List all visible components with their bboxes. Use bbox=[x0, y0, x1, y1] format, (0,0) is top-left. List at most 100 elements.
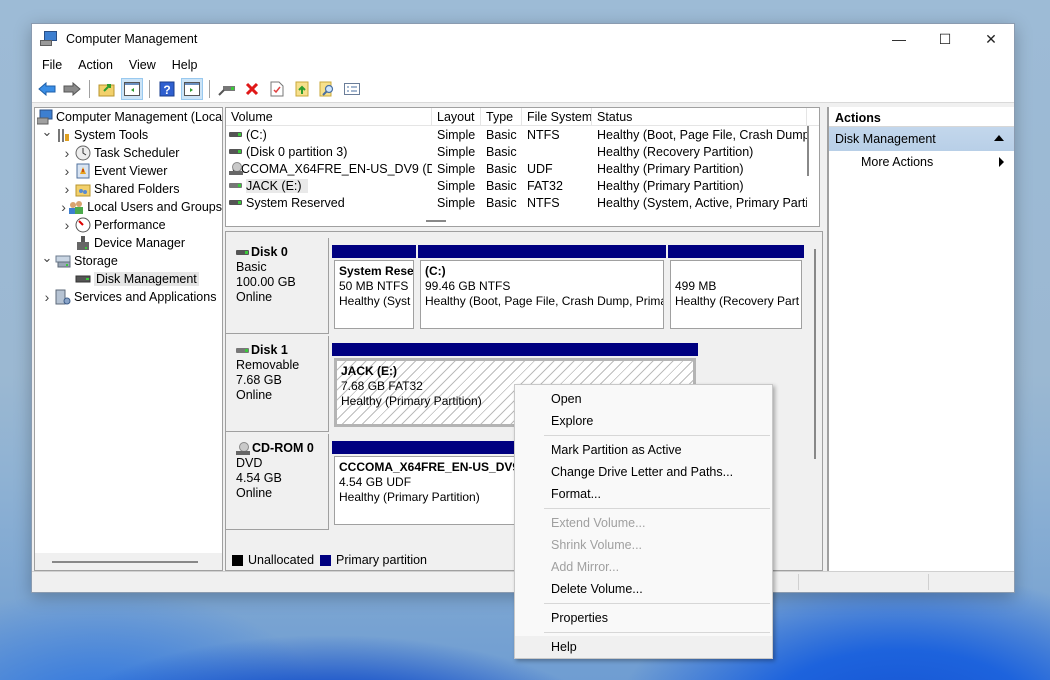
partition-block[interactable]: 499 MB Healthy (Recovery Part bbox=[668, 245, 804, 331]
column-header-file-system[interactable]: File System bbox=[522, 108, 592, 125]
action-more-actions[interactable]: More Actions bbox=[829, 151, 1014, 173]
tree-item-storage[interactable]: ⌄ Storage bbox=[35, 251, 222, 270]
show-hide-console-tree-button[interactable] bbox=[121, 78, 143, 100]
tree-item-label: System Tools bbox=[74, 128, 149, 142]
type-cell: Basic bbox=[486, 161, 517, 176]
tree-item-event-viewer[interactable]: › Event Viewer bbox=[35, 162, 222, 180]
context-menu-item-explore[interactable]: Explore bbox=[515, 410, 772, 432]
layout-cell: Simple bbox=[437, 178, 476, 193]
disk-row-disk-0: Disk 0 Basic 100.00 GB Online System Rese 50 … bbox=[226, 238, 816, 336]
context-menu-item-properties[interactable]: Properties bbox=[515, 607, 772, 629]
forward-icon bbox=[63, 82, 81, 96]
column-header-status[interactable]: Status bbox=[592, 108, 807, 125]
connect-button[interactable] bbox=[216, 78, 238, 100]
expand-chevron-right-icon[interactable]: › bbox=[61, 217, 73, 233]
storage-icon bbox=[55, 253, 71, 269]
vertical-scrollbar[interactable] bbox=[814, 249, 816, 459]
volume-row[interactable]: (C:) Simple Basic NTFS Healthy (Boot, Page F… bbox=[226, 126, 819, 143]
layout-cell: Simple bbox=[437, 195, 476, 210]
show-hide-action-pane-button[interactable] bbox=[181, 78, 203, 100]
menu-help[interactable]: Help bbox=[164, 58, 206, 72]
expand-chevron-right-icon[interactable]: › bbox=[41, 289, 53, 305]
context-menu-item-delete-volume[interactable]: Delete Volume... bbox=[515, 578, 772, 600]
actions-section-disk-management[interactable]: Disk Management bbox=[829, 127, 1014, 151]
status-cell: Healthy (Boot, Page File, Crash Dump, P bbox=[597, 127, 807, 142]
collapse-up-icon[interactable] bbox=[994, 135, 1004, 141]
tree-item-device-manager[interactable]: Device Manager bbox=[35, 234, 222, 252]
disk-size: 4.54 GB bbox=[236, 471, 282, 485]
list-view-button[interactable] bbox=[341, 78, 363, 100]
minimize-button[interactable]: — bbox=[876, 24, 922, 54]
delete-button[interactable] bbox=[241, 78, 263, 100]
tree-item-performance[interactable]: › Performance bbox=[35, 216, 222, 234]
disk-name-text: CD-ROM 0 bbox=[252, 441, 314, 455]
context-menu-item-open[interactable]: Open bbox=[515, 388, 772, 410]
title-bar[interactable]: Computer Management — ☐ ✕ bbox=[32, 24, 1014, 54]
volume-list: Volume Layout Type File System Status (C… bbox=[225, 107, 820, 227]
context-menu-item-change-drive-letter-and-paths[interactable]: Change Drive Letter and Paths... bbox=[515, 461, 772, 483]
disk-label[interactable]: Disk 1 Removable 7.68 GB Online bbox=[226, 336, 329, 432]
column-header-layout[interactable]: Layout bbox=[432, 108, 481, 125]
column-header-type[interactable]: Type bbox=[481, 108, 522, 125]
context-menu-item-help[interactable]: Help bbox=[515, 636, 772, 658]
vertical-scrollbar[interactable] bbox=[807, 126, 809, 176]
volume-row[interactable]: CCCOMA_X64FRE_EN-US_DV9 (D:) Simple Basic U… bbox=[226, 160, 819, 177]
tree-item-system-tools[interactable]: ⌄ System Tools bbox=[35, 125, 222, 144]
context-menu-item-mark-partition-as-active[interactable]: Mark Partition as Active bbox=[515, 439, 772, 461]
expand-chevron-right-icon[interactable]: › bbox=[61, 181, 73, 197]
expand-chevron-down-icon[interactable]: ⌄ bbox=[41, 125, 53, 138]
expand-chevron-right-icon[interactable]: › bbox=[61, 199, 66, 215]
disk-label[interactable]: CD-ROM 0 DVD 4.54 GB Online bbox=[226, 434, 329, 530]
expand-chevron-right-icon[interactable]: › bbox=[61, 163, 73, 179]
menu-action[interactable]: Action bbox=[70, 58, 121, 72]
tree-item-services-and-applications[interactable]: › Services and Applications bbox=[35, 288, 222, 306]
menu-view[interactable]: View bbox=[121, 58, 164, 72]
export-list-button[interactable] bbox=[291, 78, 313, 100]
properties-button[interactable] bbox=[266, 78, 288, 100]
toolbar-separator bbox=[149, 80, 150, 98]
help-button[interactable]: ? bbox=[156, 78, 178, 100]
tree-item-label: Task Scheduler bbox=[94, 146, 180, 160]
up-folder-button[interactable] bbox=[96, 78, 118, 100]
partition-details[interactable]: 499 MB Healthy (Recovery Part bbox=[670, 260, 802, 329]
disk-name-text: Disk 0 bbox=[251, 245, 288, 259]
horizontal-scrollbar[interactable] bbox=[426, 220, 446, 222]
export-icon bbox=[295, 81, 309, 97]
primary-partition-bar bbox=[332, 245, 416, 258]
disk-label[interactable]: Disk 0 Basic 100.00 GB Online bbox=[226, 238, 329, 334]
volume-name: System Reserved bbox=[246, 195, 345, 210]
partition-block[interactable]: System Rese 50 MB NTFS Healthy (Syst bbox=[332, 245, 416, 331]
tree-item-label: Computer Management (Local bbox=[56, 110, 223, 124]
legend-swatch bbox=[320, 554, 332, 566]
expand-chevron-down-icon[interactable]: ⌄ bbox=[41, 251, 53, 264]
back-button[interactable] bbox=[36, 78, 58, 100]
context-menu-item-format[interactable]: Format... bbox=[515, 483, 772, 505]
forward-button[interactable] bbox=[61, 78, 83, 100]
disk-status: Online bbox=[236, 290, 273, 304]
volume-row[interactable]: System Reserved Simple Basic NTFS Healthy (S… bbox=[226, 194, 819, 211]
tree-item-disk-management[interactable]: Disk Management bbox=[35, 270, 222, 288]
partition-block[interactable]: (C:) 99.46 GB NTFS Healthy (Boot, Page Fil… bbox=[418, 245, 666, 331]
horizontal-scrollbar[interactable] bbox=[35, 553, 222, 570]
primary-partition-bar bbox=[332, 343, 698, 356]
close-button[interactable]: ✕ bbox=[968, 24, 1014, 54]
expand-chevron-right-icon[interactable]: › bbox=[61, 145, 73, 161]
drive-icon bbox=[229, 132, 242, 137]
maximize-button[interactable]: ☐ bbox=[922, 24, 968, 54]
partition-details[interactable]: (C:) 99.46 GB NTFS Healthy (Boot, Page Fil… bbox=[420, 260, 664, 329]
menu-file[interactable]: File bbox=[34, 58, 70, 72]
partition-size: 50 MB NTFS bbox=[339, 279, 409, 293]
volume-row[interactable]: (Disk 0 partition 3) Simple Basic Healthy (… bbox=[226, 143, 819, 160]
console-tree: Computer Management (Local ⌄ System Tools… bbox=[34, 107, 223, 571]
tree-item-shared-folders[interactable]: › Shared Folders bbox=[35, 180, 222, 198]
tree-item-task-scheduler[interactable]: › Task Scheduler bbox=[35, 144, 222, 162]
find-button[interactable] bbox=[316, 78, 338, 100]
column-header-volume[interactable]: Volume bbox=[226, 108, 432, 125]
tree-item-root[interactable]: Computer Management (Local bbox=[35, 108, 222, 126]
svg-text:?: ? bbox=[163, 83, 170, 97]
tree-item-local-users-and-groups[interactable]: › Local Users and Groups bbox=[35, 198, 222, 216]
scrollbar-thumb[interactable] bbox=[52, 561, 198, 563]
partition-details[interactable]: System Rese 50 MB NTFS Healthy (Syst bbox=[334, 260, 414, 329]
disk-name-text: Disk 1 bbox=[251, 343, 288, 357]
volume-row[interactable]: JACK (E:) Simple Basic FAT32 Healthy (Primar… bbox=[226, 177, 819, 194]
